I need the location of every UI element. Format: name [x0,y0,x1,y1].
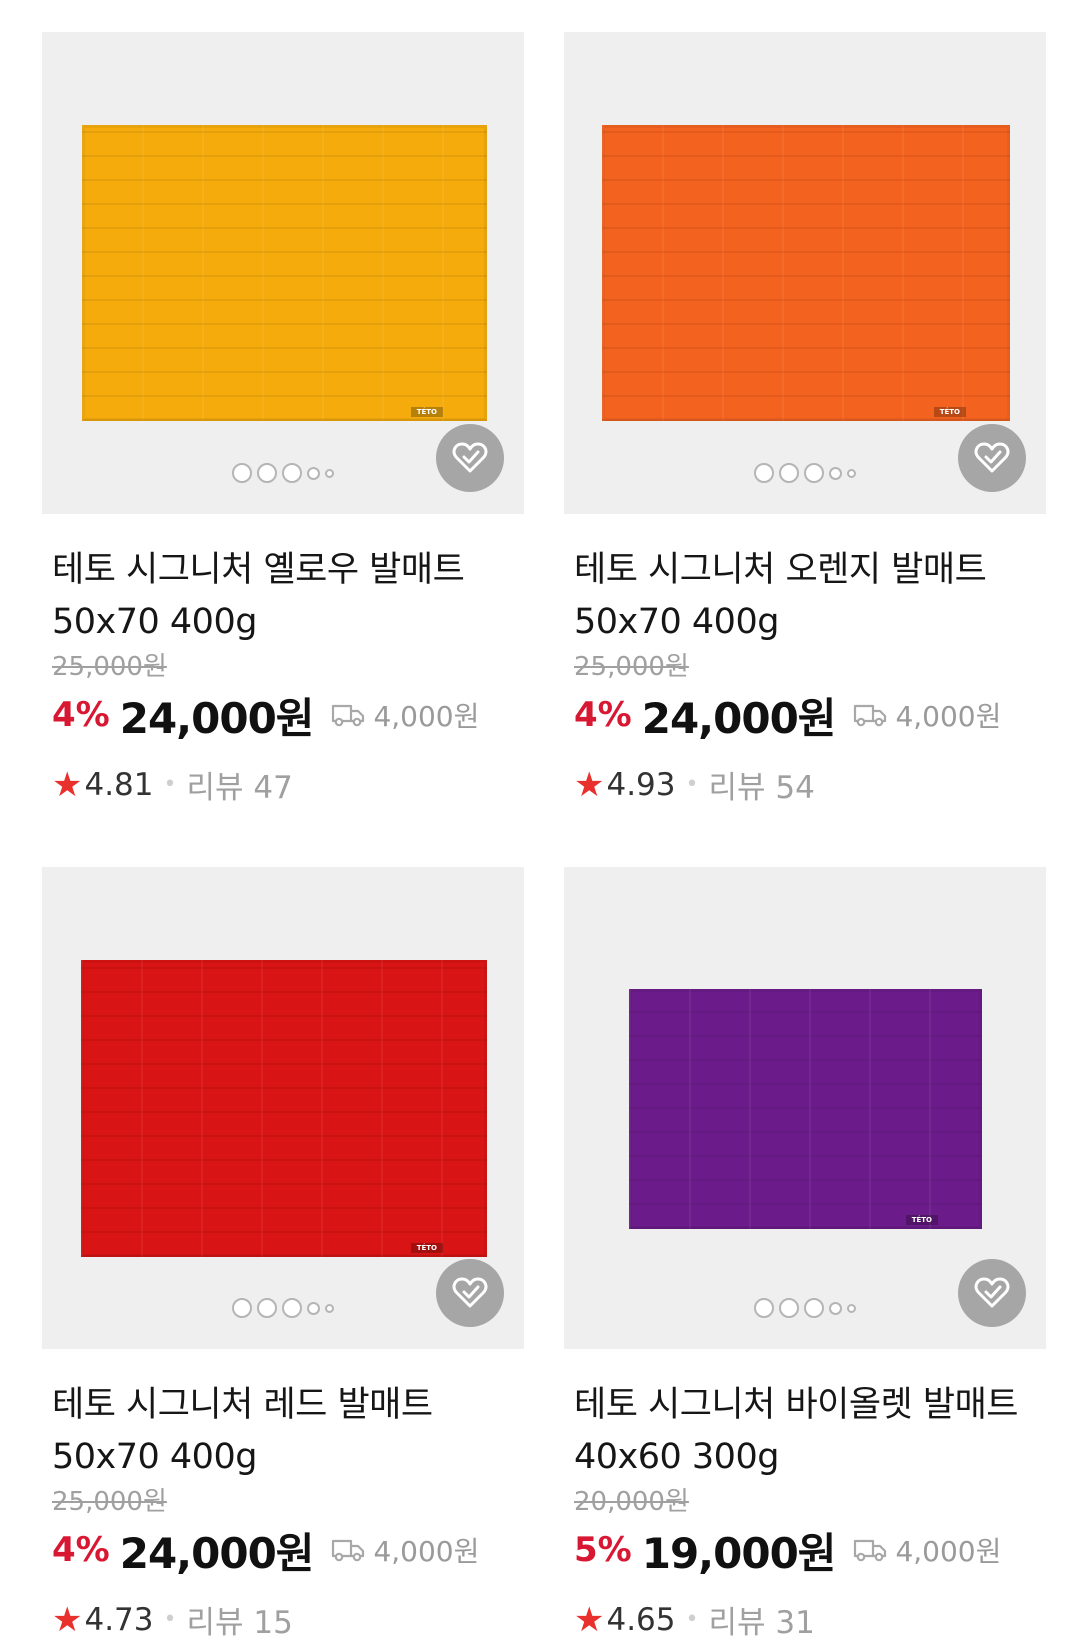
shipping-fee-value: 4,000원 [373,1535,480,1568]
pager-dot [754,1298,774,1318]
pager-dot [847,468,856,478]
shipping-fee-value: 4,000원 [895,1535,1002,1568]
shipping-fee: 4,000원 [853,1530,1001,1570]
product-name[interactable]: 테토 시그니처 옐로우 발매트 50x70 400g [52,544,514,648]
product-name[interactable]: 테토 시그니처 레드 발매트 50x70 400g [52,1379,514,1483]
original-price: 25,000원 [574,652,689,682]
pager-dot [804,463,824,483]
rating-value: 4.73 [84,1601,154,1638]
shipping-fee-value: 4,000원 [373,700,480,733]
discount-rate: 4% [52,695,110,735]
bath-mat-image: TÉTO [629,989,982,1229]
pager-dot [307,1301,320,1315]
discount-rate: 4% [52,1530,110,1570]
rating-row: ★ 4.81 • 리뷰 47 [52,762,514,807]
product-card[interactable]: TÉTO 테토 시그니처 레드 발매트 50x70 400g 25,000원 4… [42,867,524,1641]
sale-price: 19,000원 [641,1528,837,1578]
product-image[interactable]: TÉTO [564,867,1046,1349]
heart-check-icon [974,442,1010,473]
product-image[interactable]: TÉTO [42,867,524,1349]
original-price: 25,000원 [52,1487,167,1517]
sale-price: 24,000원 [641,693,837,743]
bath-mat-image: TÉTO [81,960,487,1257]
product-card[interactable]: TÉTO 테토 시그니처 옐로우 발매트 50x70 400g 25,000원 … [42,32,524,807]
wishlist-button[interactable] [436,1259,504,1327]
product-name[interactable]: 테토 시그니처 바이올렛 발매트 40x60 300g [574,1379,1036,1483]
rating-value: 4.81 [84,766,154,803]
rating-row: ★ 4.65 • 리뷰 31 [574,1597,1036,1641]
sale-price: 24,000원 [119,1528,315,1578]
heart-check-icon [974,1277,1010,1308]
pager-dot [829,1301,842,1315]
shipping-fee: 4,000원 [853,695,1001,735]
brand-tag: TÉTO [905,1215,938,1225]
pager-dot [232,1298,252,1318]
pager-dot [847,1303,856,1313]
bath-mat-image: TÉTO [82,125,487,421]
pager-dot [257,463,277,483]
pager-dot [779,1298,799,1318]
review-count[interactable]: 리뷰 15 [187,1597,293,1641]
bath-mat-image: TÉTO [602,125,1010,421]
discount-rate: 4% [574,695,632,735]
heart-check-icon [452,442,488,473]
star-icon: ★ [574,1599,605,1640]
pager-dot [325,1303,334,1313]
rating-value: 4.65 [606,1601,676,1638]
discount-rate: 5% [574,1530,632,1570]
star-icon: ★ [574,764,605,805]
product-image[interactable]: TÉTO [42,32,524,514]
product-image[interactable]: TÉTO [564,32,1046,514]
rating-row: ★ 4.73 • 리뷰 15 [52,1597,514,1641]
pager-dot [282,463,302,483]
original-price: 25,000원 [52,652,167,682]
product-card[interactable]: TÉTO 테토 시그니처 바이올렛 발매트 40x60 300g 20,000원… [564,867,1046,1641]
sale-price: 24,000원 [119,693,315,743]
delivery-truck-icon [332,704,365,727]
pager-dot [779,463,799,483]
separator-dot: • [685,1607,699,1632]
product-grid: TÉTO 테토 시그니처 옐로우 발매트 50x70 400g 25,000원 … [0,0,1080,1641]
wishlist-button[interactable] [958,424,1026,492]
wishlist-button[interactable] [436,424,504,492]
rating-row: ★ 4.93 • 리뷰 54 [574,762,1036,807]
brand-tag: TÉTO [410,1243,443,1253]
delivery-truck-icon [854,704,887,727]
brand-tag: TÉTO [410,407,443,417]
pager-dot [282,1298,302,1318]
review-count[interactable]: 리뷰 47 [187,762,293,807]
product-card[interactable]: TÉTO 테토 시그니처 오렌지 발매트 50x70 400g 25,000원 … [564,32,1046,807]
pager-dot [829,466,842,480]
wishlist-button[interactable] [958,1259,1026,1327]
delivery-truck-icon [854,1539,887,1562]
review-count[interactable]: 리뷰 54 [709,762,815,807]
review-count[interactable]: 리뷰 31 [709,1597,815,1641]
heart-check-icon [452,1277,488,1308]
rating-value: 4.93 [606,766,676,803]
pager-dot [232,463,252,483]
star-icon: ★ [52,1599,83,1640]
separator-dot: • [163,1607,177,1632]
star-icon: ★ [52,764,83,805]
delivery-truck-icon [332,1539,365,1562]
brand-tag: TÉTO [933,407,966,417]
shipping-fee-value: 4,000원 [895,700,1002,733]
product-name[interactable]: 테토 시그니처 오렌지 발매트 50x70 400g [574,544,1036,648]
separator-dot: • [163,772,177,797]
shipping-fee: 4,000원 [331,1530,479,1570]
pager-dot [325,468,334,478]
pager-dot [804,1298,824,1318]
original-price: 20,000원 [574,1487,689,1517]
pager-dot [257,1298,277,1318]
separator-dot: • [685,772,699,797]
pager-dot [754,463,774,483]
shipping-fee: 4,000원 [331,695,479,735]
pager-dot [307,466,320,480]
